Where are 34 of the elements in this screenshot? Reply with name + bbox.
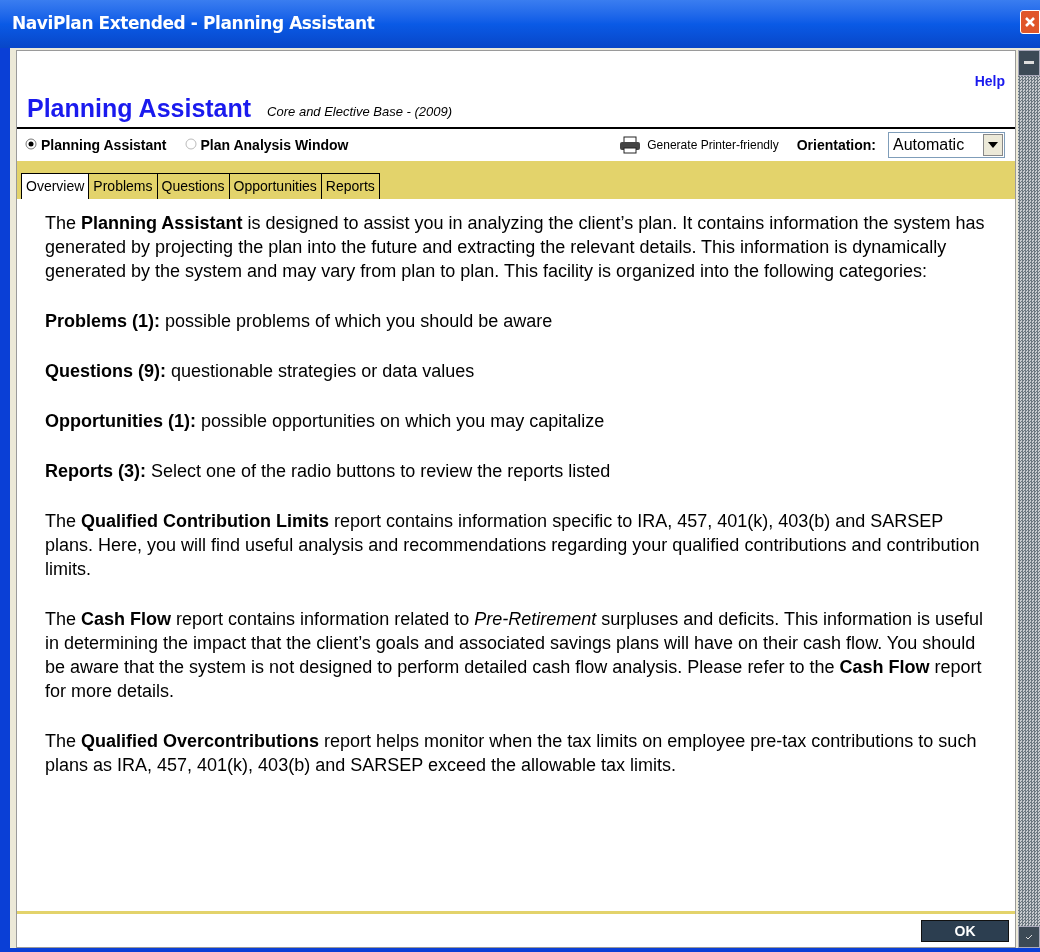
radio-label[interactable]: Plan Analysis Window	[200, 134, 349, 156]
ok-button[interactable]: OK	[921, 919, 1009, 942]
check-icon	[1025, 934, 1033, 940]
report-description: The Qualified Overcontributions report helps monitor when the tax limits on employee pre-tax contributions to such plans as IRA, 457, 401(k), 403(b) and SARSEP exceed the allowable tax limits.	[45, 730, 978, 777]
intro-paragraph: The Planning Assistant is designed to assist you in analyzing the client’s plan. It contains information the system has generated by projecting the plan into the future and extracting the relevant details. This information is dynamically generated by the system and may vary from plan to plan. This facility is organized into the following categories:	[45, 212, 986, 283]
close-button[interactable]	[1020, 10, 1040, 34]
scrollbar[interactable]	[1018, 50, 1040, 948]
radio-button[interactable]	[25, 137, 37, 150]
category-description: Problems (1): possible problems of which you should be aware	[45, 310, 554, 333]
category-description: Reports (3): Select one of the radio buttons to review the reports listed	[45, 460, 612, 483]
printer-icon	[619, 136, 642, 154]
window-title: NaviPlan Extended - Planning Assistant	[12, 12, 375, 36]
dropdown-arrow-icon	[988, 142, 998, 148]
close-icon	[1024, 16, 1036, 28]
orientation-label: Orientation:	[796, 135, 876, 155]
tab[interactable]: Questions	[156, 173, 229, 199]
tab[interactable]: Reports	[320, 173, 380, 199]
report-description: The Qualified Contribution Limits report contains information specific to IRA, 457, 401(k), 403(b) and SARSEP plans. Here, you will find useful analysis and recommendations regarding your qualified contributions and contribution limits.	[45, 510, 981, 581]
dash-icon	[1024, 61, 1034, 65]
tab[interactable]: Opportunities	[228, 173, 321, 199]
page-heading: Planning Assistant	[27, 93, 252, 123]
printer-friendly-link[interactable]: Generate Printer-friendly	[647, 136, 779, 154]
scroll-up-button[interactable]	[1018, 50, 1040, 76]
category-description: Questions (9): questionable strategies or data values	[45, 360, 476, 383]
radio-button[interactable]	[184, 137, 197, 150]
tab[interactable]: Problems	[88, 173, 157, 199]
radio-label[interactable]: Planning Assistant	[41, 134, 167, 156]
page-subtitle: Core and Elective Base - (2009)	[267, 102, 453, 121]
report-description: The Cash Flow report contains information related to Pre-Retirement surpluses and deficits. This information is useful in determining the impact that the client’s goals and associated savings plans will have on their cash flow. You should be aware that the system is not designed to perform detailed cash flow analysis. Please refer to the Cash Flow report for more details.	[45, 608, 985, 703]
scroll-down-button[interactable]	[1018, 926, 1040, 948]
category-description: Opportunities (1): possible opportunities on which you may capitalize	[45, 410, 606, 433]
tab[interactable]: Overview	[21, 173, 89, 199]
help-link[interactable]: Help	[974, 71, 1005, 93]
orientation-dropdown[interactable]: Automatic	[888, 132, 1005, 158]
